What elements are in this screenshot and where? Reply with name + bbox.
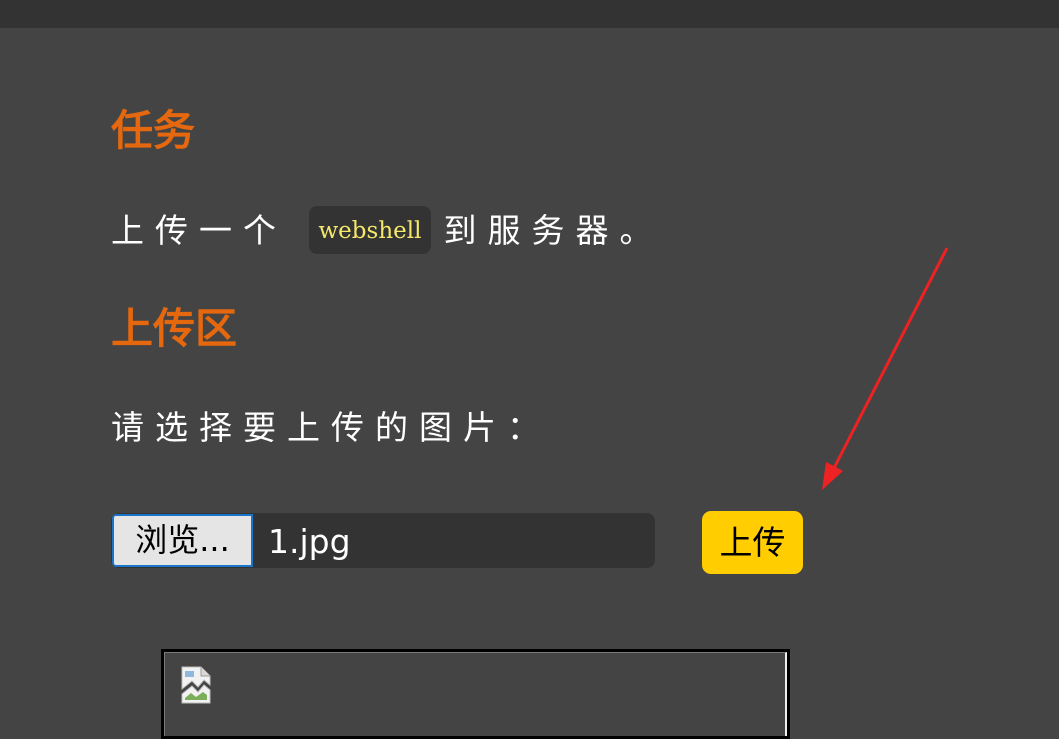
upload-prompt: 请选择要上传的图片： [111,408,551,447]
image-preview [161,649,790,739]
selected-file-name: 1.jpg [268,522,351,561]
task-text-before: 上传一个 [111,211,287,250]
task-heading: 任务 [111,106,196,155]
top-bar [0,0,1059,28]
task-description: 上传一个 webshell 到服务器。 [111,206,663,256]
upload-button[interactable]: 上传 [702,511,803,574]
preview-frame [164,652,787,736]
file-input[interactable]: 浏览... 1.jpg [111,513,655,568]
browse-button[interactable]: 浏览... [112,514,253,567]
task-text-after: 到服务器。 [443,211,664,250]
upload-heading: 上传区 [111,304,238,353]
broken-image-icon [181,666,211,704]
webshell-code: webshell [308,206,432,254]
